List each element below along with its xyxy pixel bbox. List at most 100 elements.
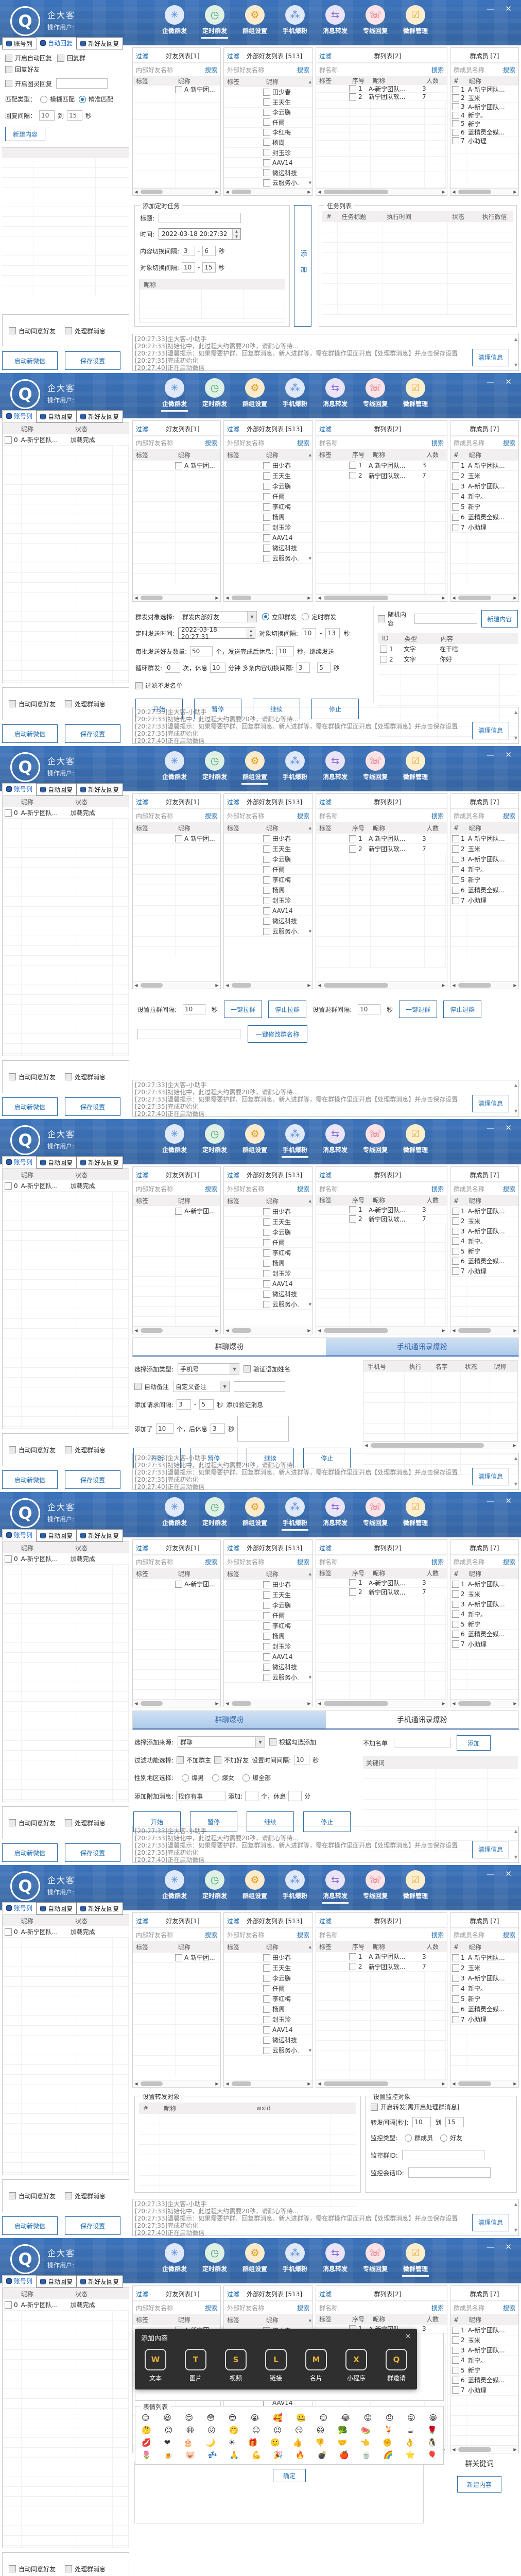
member-row[interactable]: 1A-新宁团队... bbox=[450, 1206, 518, 1216]
external-row[interactable]: 王天生 bbox=[224, 1590, 312, 1600]
handle-group-msg-checkbox[interactable] bbox=[65, 700, 72, 707]
sidebar-tab-3[interactable]: 新好友回复 bbox=[76, 37, 123, 49]
row-checkbox[interactable] bbox=[452, 1217, 459, 1225]
search-link[interactable]: 搜索 bbox=[205, 811, 217, 820]
batch-input[interactable]: 50 bbox=[190, 646, 213, 656]
group-list-search-input[interactable]: 群名称 bbox=[319, 438, 429, 447]
scroll-right-arrow[interactable]: ▶ bbox=[306, 190, 312, 194]
external-friend-list-search-input[interactable]: 外部好友名称 bbox=[227, 438, 295, 447]
row-checkbox[interactable] bbox=[452, 897, 459, 904]
filter-link[interactable]: 过滤 bbox=[319, 798, 332, 806]
friend-list-search-input[interactable]: 内部好友名称 bbox=[136, 1184, 203, 1193]
search-link[interactable]: 搜索 bbox=[431, 1557, 444, 1566]
no-friend-checkbox[interactable] bbox=[214, 1756, 221, 1764]
emoji-icon[interactable]: 🙂 bbox=[270, 2438, 280, 2447]
scroll-left-arrow[interactable]: ◀ bbox=[316, 1701, 323, 1706]
search-link[interactable]: 搜索 bbox=[503, 811, 515, 820]
scroll-left-arrow[interactable]: ◀ bbox=[224, 1328, 231, 1333]
row-checkbox[interactable] bbox=[452, 1248, 459, 1255]
pull-group-button[interactable]: 一键拉群 bbox=[224, 1001, 262, 1018]
emoji-icon[interactable]: 🤝 bbox=[338, 2438, 348, 2447]
emoji-icon[interactable]: ☕ bbox=[407, 2426, 414, 2435]
member-search-input[interactable]: 群成员名称 bbox=[454, 1557, 501, 1566]
search-link[interactable]: 搜索 bbox=[503, 1930, 515, 1939]
horizontal-scrollbar[interactable]: ◀▶ bbox=[450, 2446, 518, 2453]
random-content-checkbox[interactable] bbox=[378, 615, 385, 622]
horizontal-scrollbar[interactable]: ◀▶ bbox=[224, 2080, 312, 2087]
emoji-icon[interactable]: 🤐 bbox=[296, 2413, 306, 2422]
member-search-input[interactable]: 群成员名称 bbox=[454, 438, 501, 447]
row-checkbox[interactable] bbox=[452, 112, 459, 119]
scroll-left-arrow[interactable]: ◀ bbox=[133, 983, 140, 988]
sidebar-tab-3[interactable]: 新好友回复 bbox=[76, 1529, 123, 1541]
new-content-button[interactable]: 新建内容 bbox=[481, 610, 518, 628]
verify-name-checkbox[interactable] bbox=[244, 1365, 251, 1372]
req-from[interactable]: 3 bbox=[177, 1399, 191, 1410]
external-row[interactable]: 李云鹏 bbox=[224, 854, 312, 865]
scroll-track[interactable] bbox=[457, 2447, 512, 2452]
row-checkbox[interactable] bbox=[452, 1581, 459, 1588]
group-row[interactable]: 1A-新宁团队...3 bbox=[316, 85, 447, 93]
content-type-2[interactable]: T图片 bbox=[180, 2349, 211, 2382]
member-search-input[interactable]: 群成员名称 bbox=[454, 811, 501, 820]
member-row[interactable]: 4新宁。 bbox=[450, 1609, 518, 1619]
search-link[interactable]: 搜索 bbox=[503, 1184, 515, 1193]
row-checkbox[interactable] bbox=[263, 1301, 270, 1308]
group-list-search-input[interactable]: 群名称 bbox=[319, 65, 429, 74]
row-checkbox[interactable] bbox=[263, 159, 270, 166]
scroll-thumb[interactable] bbox=[141, 1328, 163, 1333]
external-row[interactable]: AAV14 bbox=[224, 158, 312, 168]
group-list-search-input[interactable]: 群名称 bbox=[319, 811, 429, 820]
external-row[interactable]: 微远科技 bbox=[224, 543, 312, 553]
search-link[interactable]: 搜索 bbox=[297, 1930, 309, 1939]
row-checkbox[interactable] bbox=[452, 1964, 459, 1972]
external-row[interactable]: 微远科技 bbox=[224, 1289, 312, 1299]
emoji-icon[interactable]: 🌈 bbox=[384, 2450, 393, 2460]
save-settings-button[interactable]: 保存设置 bbox=[65, 1843, 120, 1862]
scroll-right-arrow[interactable]: ▶ bbox=[214, 1701, 220, 1706]
search-link[interactable]: 搜索 bbox=[503, 65, 515, 74]
row-checkbox[interactable] bbox=[349, 93, 356, 100]
save-settings-button[interactable]: 保存设置 bbox=[65, 1097, 120, 1116]
scroll-left-arrow[interactable]: ◀ bbox=[450, 2081, 457, 2086]
horizontal-scrollbar[interactable]: ◀▶ bbox=[133, 981, 220, 989]
clear-log-button[interactable]: 清理信息 bbox=[472, 1468, 509, 1485]
member-row[interactable]: 1A-新宁团队... bbox=[450, 1953, 518, 1963]
emoji-icon[interactable]: 😂 bbox=[341, 2413, 351, 2422]
member-row[interactable]: 4新宁。 bbox=[450, 1236, 518, 1246]
emoji-icon[interactable]: 👍 bbox=[293, 2438, 303, 2447]
scroll-thumb[interactable] bbox=[324, 1328, 388, 1333]
search-link[interactable]: 搜索 bbox=[431, 1184, 444, 1193]
filter-link[interactable]: 过滤 bbox=[319, 2290, 332, 2298]
emoji-icon[interactable]: 🎁 bbox=[248, 2438, 258, 2447]
filter-link[interactable]: 过滤 bbox=[319, 1917, 332, 1925]
scroll-left-arrow[interactable]: ◀ bbox=[450, 1701, 457, 1706]
external-row[interactable]: 任丽 bbox=[224, 492, 312, 502]
external-row[interactable]: 任丽 bbox=[224, 117, 312, 128]
scroll-right-arrow[interactable]: ▶ bbox=[306, 1701, 312, 1706]
row-checkbox[interactable] bbox=[263, 462, 270, 469]
member-row[interactable]: 3A-新宁团队... bbox=[450, 1226, 518, 1236]
member-row[interactable]: 7小助理 bbox=[450, 137, 518, 146]
new-content-button[interactable]: 新建内容 bbox=[457, 2476, 501, 2493]
nav-item-1[interactable]: ✳企微群发 bbox=[154, 2241, 195, 2277]
member-row[interactable]: 6蓝精灵全媒... bbox=[450, 885, 518, 895]
stop-pull-button[interactable]: 停止拉群 bbox=[268, 1001, 306, 1018]
row-checkbox[interactable] bbox=[452, 1590, 459, 1598]
scroll-right-arrow[interactable]: ▶ bbox=[512, 596, 518, 600]
member-row[interactable]: 4新宁。 bbox=[450, 492, 518, 502]
account-checkbox[interactable] bbox=[5, 1555, 12, 1563]
scroll-right-arrow[interactable]: ▶ bbox=[214, 1328, 220, 1333]
search-link[interactable]: 搜索 bbox=[431, 1930, 444, 1939]
emoji-icon[interactable]: 😳 bbox=[207, 2413, 215, 2422]
row-checkbox[interactable] bbox=[263, 1581, 270, 1588]
scroll-thumb[interactable] bbox=[232, 2081, 251, 2086]
scroll-thumb[interactable] bbox=[371, 1443, 484, 1448]
sidebar-tab-3[interactable]: 新好友回复 bbox=[76, 1156, 123, 1168]
nav-item-1[interactable]: ✳企微群发 bbox=[154, 749, 195, 785]
group-list-search-input[interactable]: 群名称 bbox=[319, 1930, 429, 1939]
emoji-icon[interactable]: 🙏 bbox=[230, 2450, 239, 2460]
external-row[interactable]: 任丽 bbox=[224, 1238, 312, 1248]
row-checkbox[interactable] bbox=[452, 1208, 459, 1215]
row-checkbox[interactable] bbox=[263, 835, 270, 842]
